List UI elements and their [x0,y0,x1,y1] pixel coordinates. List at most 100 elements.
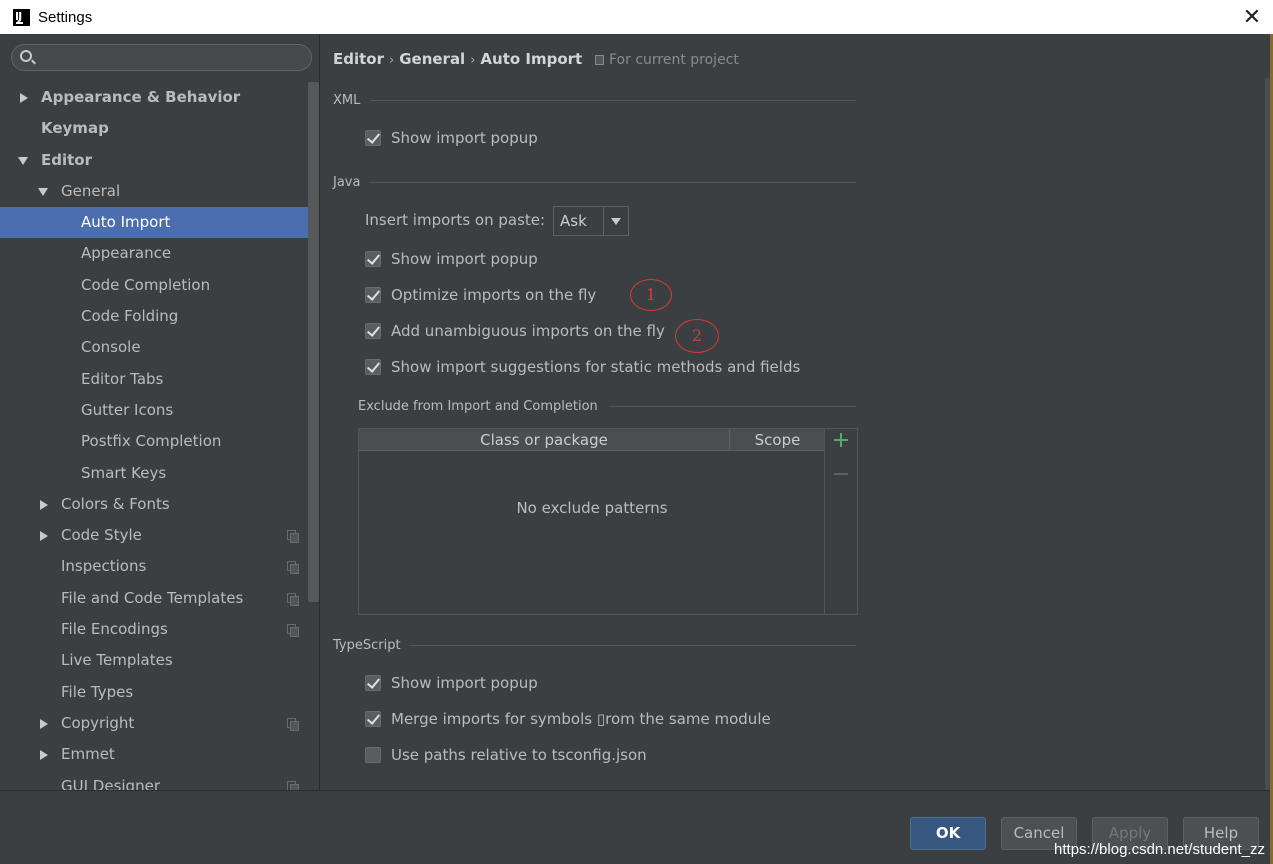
settings-content: Editor › General › Auto Import For current p… [321,34,1273,790]
sidebar-item[interactable]: GUI Designer [0,771,308,790]
sidebar-item[interactable]: Code Folding [0,301,308,332]
sidebar-item-label: Emmet [61,745,115,764]
annotation-circle-1: 1 [630,279,672,311]
checkbox[interactable] [365,675,381,691]
sidebar-item[interactable]: Gutter Icons [0,395,308,426]
sidebar-item[interactable]: Copyright [0,708,308,739]
sidebar-item[interactable]: Code Style [0,520,308,551]
sidebar-item[interactable]: Keymap [0,113,308,144]
java-add-unambiguous-imports[interactable]: Add unambiguous imports on the fly [365,322,665,340]
checkbox[interactable] [365,251,381,267]
breadcrumb-separator: › [470,53,476,68]
checkbox-label: Merge imports for symbols ▯rom the same … [391,710,771,728]
section-divider [371,100,856,101]
sidebar-item-label: Inspections [61,557,147,576]
section-title-exclude: Exclude from Import and Completion [358,399,598,414]
expand-arrow-icon[interactable] [40,718,48,729]
sidebar-item-label: Appearance [81,244,172,263]
window-title: Settings [38,8,93,26]
project-settings-icon [287,717,299,731]
collapse-arrow-icon[interactable] [38,187,48,196]
settings-tree: Appearance & Behavior Keymap Editor General… [0,82,308,790]
sidebar-scrollbar[interactable] [308,82,319,602]
expand-arrow-icon[interactable] [40,531,48,542]
sidebar-item-label: Copyright [61,713,135,732]
sidebar-item[interactable]: Live Templates [0,645,308,676]
watermark-text: https://blog.csdn.net/student_zz [1054,841,1265,858]
column-header-scope[interactable]: Scope [730,429,825,451]
checkbox-label: Add unambiguous imports on the fly [391,322,665,340]
sidebar-item[interactable]: Appearance [0,238,308,269]
add-icon[interactable] [834,433,848,447]
sidebar-item-label: General [61,181,121,200]
checkbox-label: Optimize imports on the fly [391,286,597,304]
checkbox[interactable] [365,130,381,146]
checkbox-label: Use paths relative to tsconfig.json [391,746,647,764]
sidebar-item-label: GUI Designer [61,776,160,790]
sidebar-item[interactable]: Postfix Completion [0,426,308,457]
sidebar-item[interactable]: Smart Keys [0,458,308,489]
section-title-java: Java [333,175,361,190]
sidebar-item[interactable]: File Types [0,677,308,708]
sidebar-item[interactable]: Appearance & Behavior [0,82,308,113]
sidebar-item[interactable]: Colors & Fonts [0,489,308,520]
sidebar-item[interactable]: Console [0,332,308,363]
sidebar-item[interactable]: File Encodings [0,614,308,645]
java-show-import-popup[interactable]: Show import popup [365,250,538,268]
java-static-suggestions[interactable]: Show import suggestions for static metho… [365,358,800,376]
expand-arrow-icon[interactable] [20,93,28,103]
checkbox-label: Show import suggestions for static metho… [391,358,801,376]
search-input[interactable] [40,48,300,67]
ts-paths-relative[interactable]: Use paths relative to tsconfig.json [365,746,647,764]
sidebar-item[interactable]: Auto Import [0,207,308,239]
checkbox[interactable] [365,711,381,727]
project-settings-icon [287,530,299,544]
intellij-logo-icon: IJ [13,8,30,26]
expand-arrow-icon[interactable] [40,750,48,761]
checkbox[interactable] [365,359,381,375]
dropdown-value: Ask [554,207,604,235]
checkbox[interactable] [365,287,381,303]
close-icon[interactable]: ✕ [1237,2,1267,32]
remove-icon[interactable] [834,473,848,475]
sidebar-item-label: Code Style [61,526,142,545]
sidebar-item-label: Smart Keys [81,463,167,482]
sidebar-item[interactable]: Inspections [0,551,308,582]
sidebar-item[interactable]: Editor Tabs [0,364,308,395]
settings-search[interactable] [11,44,312,71]
ts-merge-imports[interactable]: Merge imports for symbols ▯rom the same … [365,710,771,728]
checkbox[interactable] [365,323,381,339]
title-bar: IJ Settings ✕ [0,0,1273,34]
project-scope-label: For current project [609,52,739,68]
insert-imports-dropdown[interactable]: Ask [553,206,629,236]
sidebar-item-label: Code Completion [81,275,211,294]
chevron-down-icon[interactable] [604,207,628,235]
section-divider [409,645,856,646]
sidebar-item[interactable]: General [0,176,308,207]
section-title-xml: XML [333,93,361,108]
sidebar-item-label: Editor Tabs [81,369,164,388]
xml-show-import-popup[interactable]: Show import popup [365,129,538,147]
sidebar-item-label: Colors & Fonts [61,494,170,513]
java-optimize-imports[interactable]: Optimize imports on the fly [365,286,596,304]
sidebar-item-label: Auto Import [81,213,171,232]
collapse-arrow-icon[interactable] [18,156,28,165]
checkbox-label: Show import popup [391,250,538,268]
project-scope-note: For current project [595,52,739,68]
sidebar-item-label: Editor [41,150,92,169]
sidebar-item[interactable]: File and Code Templates [0,583,308,614]
column-header-class[interactable]: Class or package [359,429,730,451]
ts-show-import-popup[interactable]: Show import popup [365,674,538,692]
ok-button[interactable]: OK [910,817,986,850]
table-header: Class or package Scope [359,429,825,451]
sidebar-item[interactable]: Editor [0,145,308,176]
project-settings-icon [287,624,299,638]
expand-arrow-icon[interactable] [40,499,48,510]
breadcrumb: Editor › General › Auto Import For current p… [333,50,739,68]
breadcrumb-auto-import: Auto Import [480,50,583,68]
sidebar-item[interactable]: Code Completion [0,270,308,301]
table-toolbar [824,429,857,614]
table-empty-text: No exclude patterns [516,499,668,517]
sidebar-item[interactable]: Emmet [0,739,308,770]
checkbox[interactable] [365,747,381,763]
